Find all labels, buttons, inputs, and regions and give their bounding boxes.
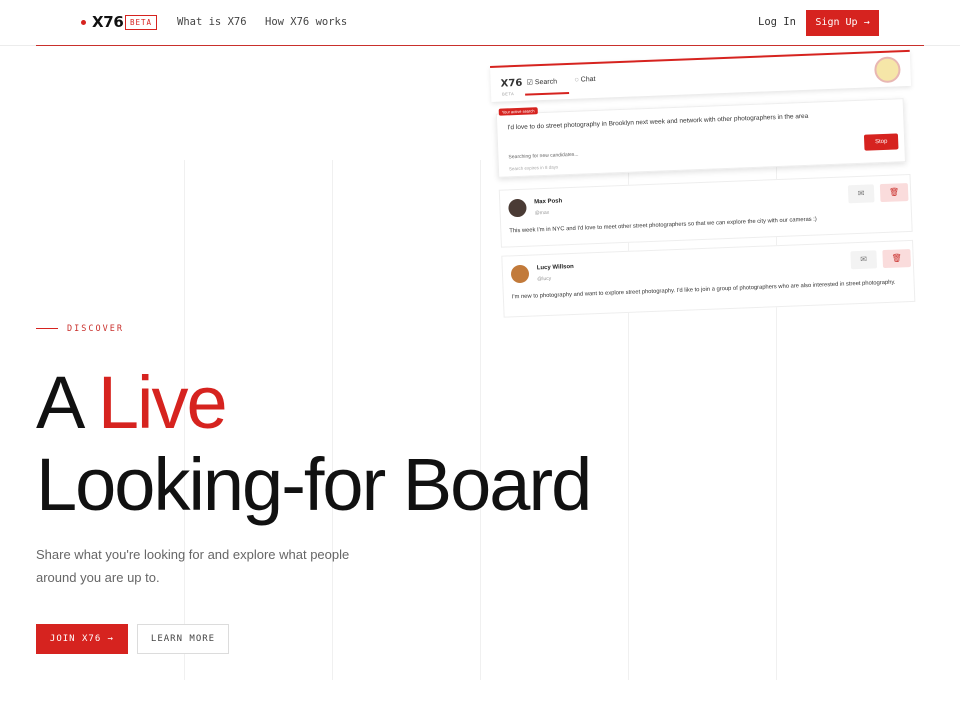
active-search-pill: Your active search: [498, 107, 538, 116]
eyebrow-line: [36, 328, 58, 329]
hero-subtitle: Share what you're looking for and explor…: [36, 547, 350, 585]
preview-tab-chat: ◌ Chat: [574, 76, 595, 84]
trash-icon: 🗑: [882, 248, 912, 269]
hero-headline: A Live Looking-for Board: [36, 361, 592, 526]
stop-search-button: Stop: [863, 133, 899, 151]
candidate-handle: @max: [534, 209, 550, 217]
candidate-message: This week I'm in NYC and I'd love to mee…: [509, 216, 817, 235]
preview-tab-search: ☑ Search: [527, 77, 558, 86]
headline-accent: Live: [97, 361, 228, 444]
candidate-handle: @lucy: [537, 275, 552, 283]
nav-accent-line: [36, 45, 924, 46]
search-status: Searching for new candidates...: [508, 151, 579, 161]
candidate-card: Max Posh @max ✉ 🗑 This week I'm in NYC a…: [498, 173, 913, 248]
app-preview: X76 BETA ☑ Search ◌ Chat Your active sea…: [490, 49, 923, 318]
top-nav: X76 BETA What is X76 How X76 works Log I…: [0, 0, 960, 46]
search-query: I'd love to do street photography in Bro…: [507, 112, 809, 132]
headline-part1: A: [36, 361, 81, 444]
candidate-avatar: [508, 198, 527, 218]
trash-icon: 🗑: [879, 183, 909, 203]
beta-badge: BETA: [125, 15, 158, 30]
nav-link-what-is[interactable]: What is X76: [177, 16, 247, 28]
join-button[interactable]: JOIN X76 →: [36, 624, 128, 654]
learn-more-button[interactable]: LEARN MORE: [137, 624, 229, 654]
preview-tab-search-label: Search: [534, 78, 558, 87]
candidate-card: Lucy Willson @lucy ✉ 🗑 I'm new to photog…: [501, 239, 916, 318]
chat-tab-icon: ◌: [574, 76, 579, 84]
candidate-name: Max Posh: [534, 198, 563, 206]
logo[interactable]: X76: [92, 13, 124, 31]
preview-tab-chat-label: Chat: [580, 75, 596, 84]
preview-logo: X76: [500, 77, 523, 90]
eyebrow-label: DISCOVER: [67, 324, 124, 334]
login-link[interactable]: Log In: [758, 16, 796, 28]
preview-beta: BETA: [501, 91, 515, 97]
candidate-name: Lucy Willson: [536, 263, 574, 272]
preview-header: X76 BETA ☑ Search ◌ Chat: [490, 49, 912, 102]
headline-line2: Looking-for Board: [36, 443, 592, 526]
signup-button[interactable]: Sign Up →: [806, 10, 879, 36]
mail-icon: ✉: [850, 250, 878, 270]
search-tab-icon: ☑: [526, 79, 534, 87]
active-search-card: Your active search I'd love to do street…: [495, 98, 906, 178]
user-avatar: [873, 56, 901, 84]
mail-icon: ✉: [847, 184, 875, 204]
nav-link-how-it-works[interactable]: How X76 works: [265, 16, 347, 28]
active-tab-indicator: [525, 91, 570, 96]
candidate-message: I'm new to photography and want to explo…: [511, 279, 896, 301]
candidate-avatar: [510, 264, 530, 284]
logo-dot-icon: [81, 20, 86, 25]
search-expires: Search expires in 8 days: [508, 164, 559, 172]
